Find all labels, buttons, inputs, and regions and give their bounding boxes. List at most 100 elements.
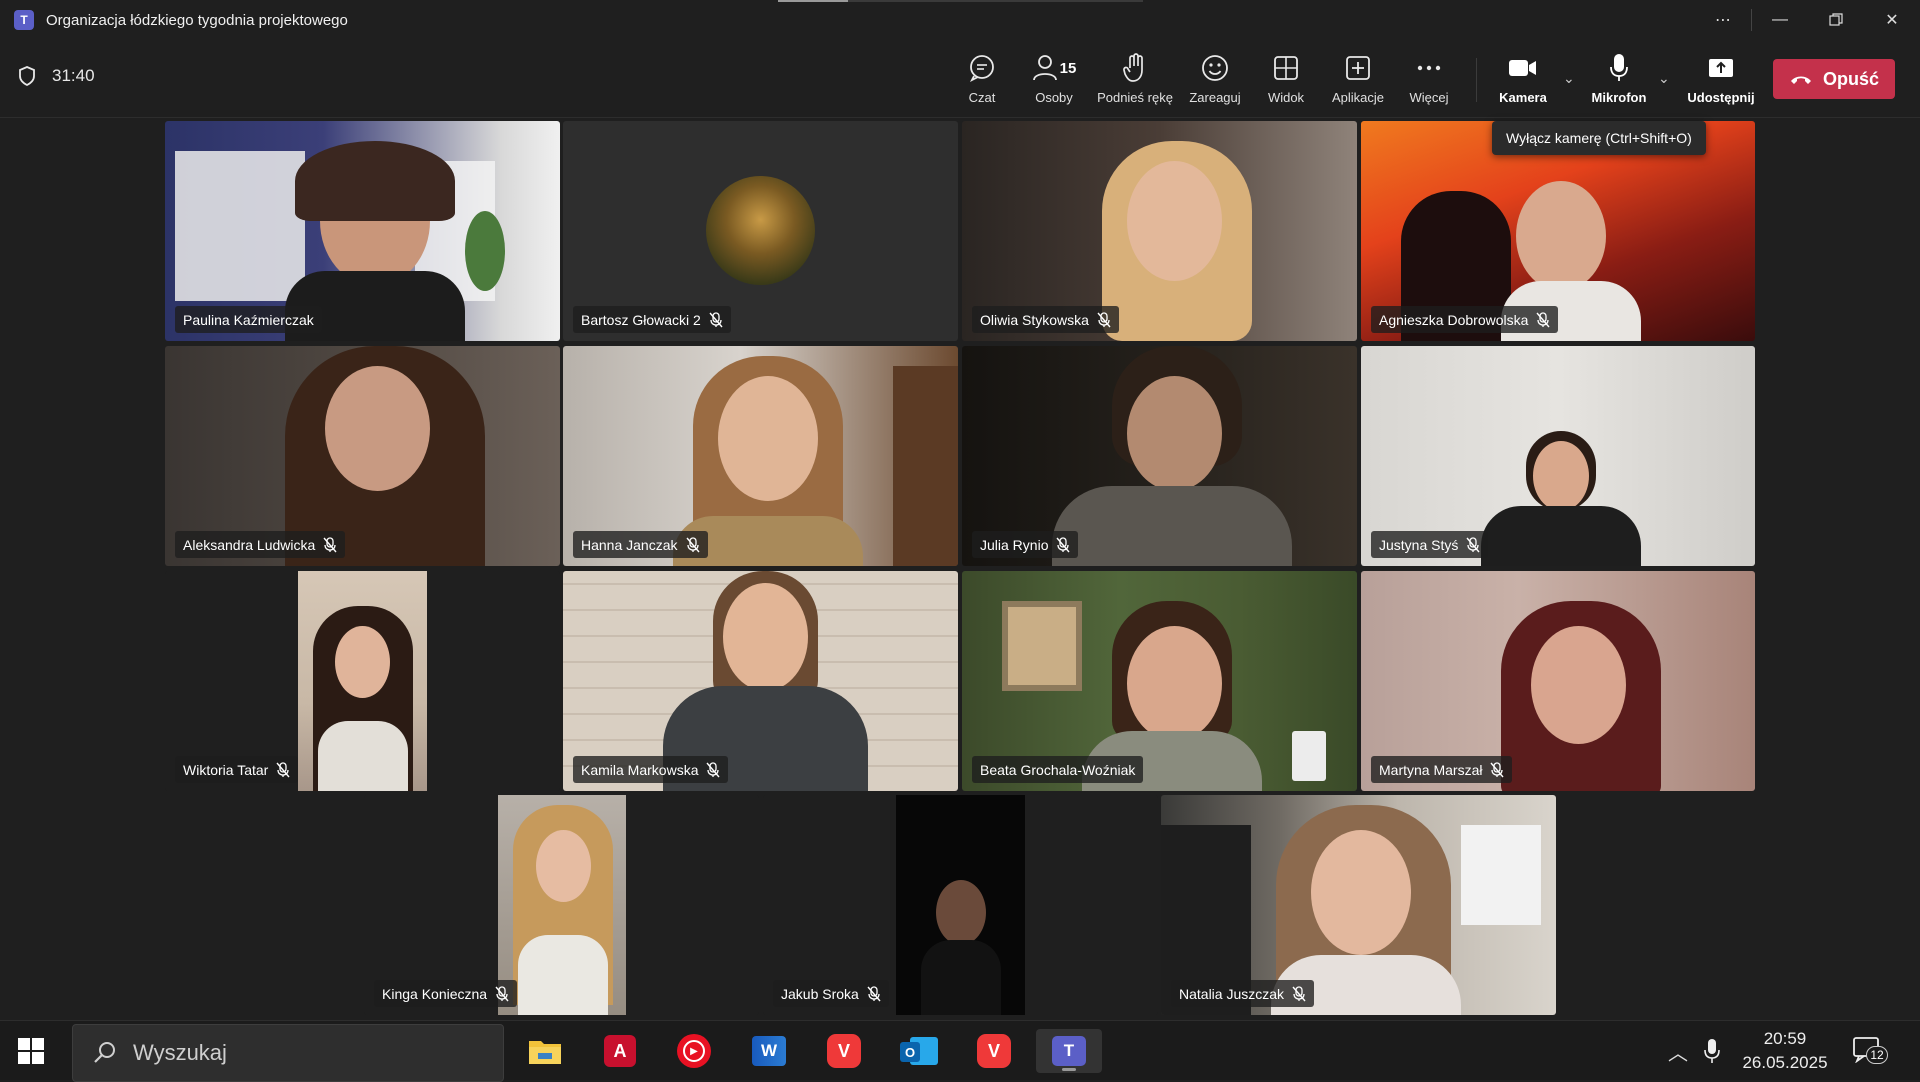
microphone-options-chevron-icon[interactable]: ⌄: [1658, 70, 1670, 87]
notification-center[interactable]: 12: [1853, 1037, 1888, 1068]
acrobat-reader-icon[interactable]: A: [587, 1029, 653, 1073]
react-button[interactable]: Zareaguj: [1179, 50, 1251, 105]
participant-name-tag: Agnieszka Dobrowolska: [1371, 306, 1559, 333]
participant-name-tag: Paulina Kaźmierczak: [175, 306, 322, 333]
video-tile[interactable]: Natalia Juszczak: [1161, 795, 1556, 1015]
hand-icon: [1123, 53, 1143, 82]
raise-hand-label: Podnieś rękę: [1097, 90, 1173, 105]
apps-button[interactable]: Aplikacje: [1322, 50, 1394, 105]
windows-start-icon[interactable]: [18, 1038, 44, 1064]
participant-name-tag: Beata Grochala-Woźniak: [972, 756, 1144, 783]
loading-bar: [778, 0, 1143, 2]
people-count: 15: [1059, 59, 1077, 77]
teams-taskbar-icon[interactable]: T: [1036, 1029, 1102, 1073]
shield-icon: [19, 66, 35, 86]
restore-button[interactable]: [1808, 0, 1864, 40]
microphone-button[interactable]: Mikrofon: [1583, 50, 1655, 105]
chat-label: Czat: [968, 90, 996, 105]
windows-taskbar: Wyszukaj A ▶ W V O V T ︿ 20:59 26.05.202…: [0, 1020, 1920, 1082]
video-tile[interactable]: Julia Rynio: [962, 346, 1357, 566]
video-tile[interactable]: Justyna Styś: [1361, 346, 1755, 566]
people-icon: [1032, 55, 1057, 81]
muted-mic-icon: [495, 985, 509, 1001]
file-explorer-icon[interactable]: [512, 1029, 578, 1073]
notification-badge: 12: [1866, 1046, 1888, 1064]
search-placeholder: Wyszukaj: [133, 1040, 227, 1065]
window-title: Organizacja łódzkiego tygodnia projektow…: [46, 11, 348, 29]
muted-mic-icon: [685, 536, 700, 552]
participant-name-tag: Julia Rynio: [972, 531, 1079, 558]
grid-view-icon: [1274, 56, 1298, 80]
video-tile[interactable]: Beata Grochala-Woźniak: [962, 571, 1357, 791]
outlook-icon[interactable]: O: [886, 1029, 952, 1073]
meeting-toolbar: 31:40 Czat 15 Osoby Podnieś rękę Zareagu…: [0, 40, 1920, 118]
muted-mic-icon: [276, 761, 290, 777]
vivaldi-browser-icon-2[interactable]: V: [961, 1029, 1027, 1073]
clock-date: 26.05.2025: [1742, 1053, 1828, 1072]
word-icon[interactable]: W: [736, 1029, 802, 1073]
video-tile[interactable]: Oliwia Stykowska: [962, 121, 1357, 341]
people-button[interactable]: 15 Osoby: [1018, 50, 1090, 105]
react-label: Zareaguj: [1189, 90, 1241, 105]
microphone-label: Mikrofon: [1591, 90, 1647, 105]
participant-name-tag: Natalia Juszczak: [1171, 980, 1315, 1007]
people-label: Osoby: [1035, 90, 1073, 105]
taskbar-search[interactable]: Wyszukaj: [72, 1024, 504, 1082]
participant-name-tag: Kamila Markowska: [573, 756, 729, 783]
participant-name-tag: Hanna Janczak: [573, 531, 708, 558]
muted-mic-icon: [1490, 761, 1505, 777]
teams-logo-icon: T: [14, 10, 34, 30]
participant-name-tag: Jakub Sroka: [773, 980, 889, 1007]
camera-label: Kamera: [1499, 90, 1547, 105]
vivaldi-browser-icon[interactable]: V: [811, 1029, 877, 1073]
muted-mic-icon: [323, 536, 337, 552]
chat-icon: [969, 55, 994, 82]
video-tile[interactable]: Jakub Sroka: [763, 795, 1158, 1015]
leave-label: Opuść: [1822, 68, 1879, 89]
media-player-icon[interactable]: ▶: [661, 1029, 727, 1073]
participant-name-tag: Wiktoria Tatar: [175, 756, 299, 783]
video-tile[interactable]: Paulina Kaźmierczak: [165, 121, 560, 341]
minimize-button[interactable]: —: [1752, 0, 1808, 40]
view-button[interactable]: Widok: [1250, 50, 1322, 105]
video-tile[interactable]: Wiktoria Tatar: [165, 571, 560, 791]
video-tile[interactable]: Kinga Konieczna: [364, 795, 759, 1015]
participant-name-tag: Kinga Konieczna: [374, 980, 518, 1007]
share-button[interactable]: Udostępnij: [1684, 50, 1758, 105]
show-hidden-icons-chevron-icon[interactable]: ︿: [1668, 1021, 1688, 1081]
meeting-timer: 31:40: [18, 66, 95, 86]
video-camera-icon: [1509, 60, 1536, 76]
muted-mic-icon: [1292, 985, 1306, 1001]
participant-avatar: [706, 176, 815, 285]
more-button[interactable]: Więcej: [1393, 50, 1465, 105]
video-tile[interactable]: Hanna Janczak: [563, 346, 958, 566]
chat-button[interactable]: Czat: [946, 50, 1018, 105]
video-tile[interactable]: Bartosz Głowacki 2: [563, 121, 958, 341]
muted-mic-icon: [1536, 311, 1550, 327]
share-screen-icon: [1709, 59, 1733, 77]
leave-button[interactable]: Opuść: [1773, 59, 1895, 99]
close-button[interactable]: ✕: [1864, 0, 1920, 40]
tray-microphone-icon[interactable]: [1704, 1021, 1720, 1081]
video-tile[interactable]: Aleksandra Ludwicka: [165, 346, 560, 566]
apps-label: Aplikacje: [1331, 90, 1385, 105]
camera-button[interactable]: Kamera: [1487, 50, 1559, 105]
muted-mic-icon: [706, 761, 721, 777]
more-options-icon[interactable]: ⋯: [1695, 0, 1751, 40]
video-tile[interactable]: Kamila Markowska: [563, 571, 958, 791]
participant-name-tag: Oliwia Stykowska: [972, 306, 1119, 333]
participant-name-tag: Bartosz Głowacki 2: [573, 306, 731, 333]
title-bar: T Organizacja łódzkiego tygodnia projekt…: [0, 0, 1920, 40]
smiley-icon: [1202, 55, 1228, 81]
clock-time: 20:59: [1763, 1029, 1807, 1048]
camera-tooltip: Wyłącz kamerę (Ctrl+Shift+O): [1492, 121, 1706, 155]
video-tile[interactable]: Martyna Marszał: [1361, 571, 1755, 791]
participant-name-tag: Martyna Marszał: [1371, 756, 1513, 783]
raise-hand-button[interactable]: Podnieś rękę: [1097, 50, 1173, 105]
share-label: Udostępnij: [1687, 90, 1755, 105]
camera-options-chevron-icon[interactable]: ⌄: [1563, 70, 1575, 87]
ellipsis-icon: [1417, 65, 1441, 71]
muted-mic-icon: [1466, 536, 1480, 552]
taskbar-clock[interactable]: 20:59 26.05.2025: [1740, 1027, 1830, 1075]
add-app-icon: [1346, 56, 1370, 80]
